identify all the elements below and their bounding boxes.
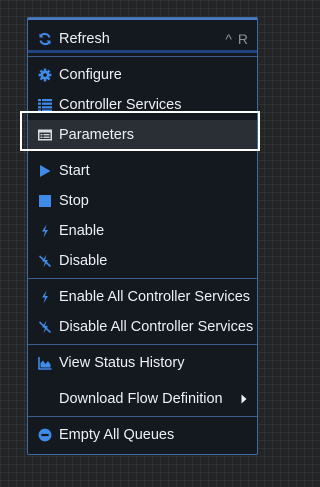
menu-item-label: Disable [59,253,108,269]
lightning-slash-icon [38,254,52,268]
refresh-icon [38,32,52,46]
menu-item-label: Enable All Controller Services [59,289,251,305]
menu-divider [28,416,257,417]
shortcut-label: ^ R [225,31,249,47]
menu-item-label: View Status History [59,355,185,371]
menu-item-label: Enable [59,223,105,239]
menu-item-label: Refresh [59,31,110,47]
lightning-icon [38,290,52,304]
gear-icon [38,68,52,82]
play-icon [38,164,52,178]
menu-item-refresh[interactable]: Refresh ^ R [28,24,257,54]
menu-item-enable-all-controller-services[interactable]: Enable All Controller Services [28,282,257,312]
lightning-slash-icon [38,320,52,334]
menu-item-disable[interactable]: Disable [28,246,257,276]
menu-item-enable[interactable]: Enable [28,216,257,246]
menu-item-view-status-history[interactable]: View Status History [28,348,257,378]
menu-item-label: Configure [59,67,122,83]
minus-circle-icon [38,428,52,442]
menu-divider [28,56,257,57]
menu-item-label: Disable All Controller Services [59,319,254,335]
selection-highlight-box [20,111,260,151]
menu-item-empty-all-queues[interactable]: Empty All Queues [28,420,257,450]
menu-item-start[interactable]: Start [28,156,257,186]
menu-item-label: Start [59,163,90,179]
menu-item-download-flow-definition[interactable]: Download Flow Definition [28,384,257,414]
menu-item-label: Stop [59,193,89,209]
menu-item-label: Download Flow Definition [59,391,223,407]
menu-divider [28,278,257,279]
menu-item-disable-all-controller-services[interactable]: Disable All Controller Services [28,312,257,342]
stop-icon [38,194,52,208]
chevron-right-icon [241,394,247,404]
menu-item-configure[interactable]: Configure [28,60,257,90]
list-icon [38,98,52,112]
menu-divider [28,344,257,345]
context-menu: Refresh ^ R Configure Controller Service… [27,17,258,455]
blank-icon-slot [38,392,52,406]
menu-item-label: Empty All Queues [59,427,175,443]
canvas-background: { "menu": { "items": [ {"label": "Refres… [0,0,302,487]
area-chart-icon [38,356,52,370]
menu-item-stop[interactable]: Stop [28,186,257,216]
lightning-icon [38,224,52,238]
